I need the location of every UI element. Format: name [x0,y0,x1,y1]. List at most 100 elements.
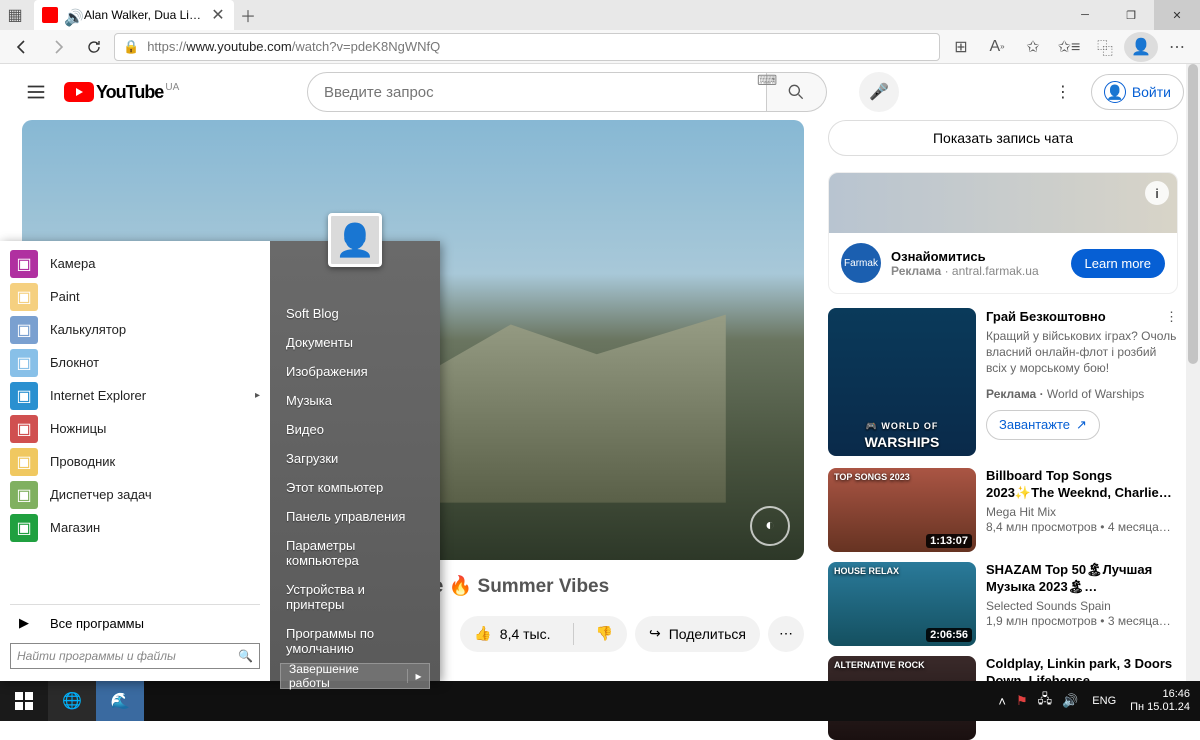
app-label: Диспетчер задач [50,487,152,502]
start-link-изображения[interactable]: Изображения [270,357,440,386]
youtube-play-icon [64,82,94,102]
tray-date: Пн 15.01.24 [1130,701,1190,714]
start-app-диспетчер-задач[interactable]: ▣ Диспетчер задач [0,478,270,511]
lock-icon: 🔒 [123,39,139,55]
new-tab-button[interactable]: ＋ [234,3,262,27]
collections-button[interactable]: ⿻ [1088,32,1122,62]
start-app-paint[interactable]: ▣Paint [0,280,270,313]
url-scheme: https:// [147,39,186,54]
taskbar-ie-button[interactable]: 🌐 [48,681,96,721]
tray-clock[interactable]: 16:46 Пн 15.01.24 [1130,688,1194,713]
sponsored-video[interactable]: 🎮 WORLD OF WARSHIPS ⋮ Грай Безкоштовно К… [828,308,1178,456]
start-link-видео[interactable]: Видео [270,415,440,444]
tab-close-button[interactable]: ✕ [210,5,226,25]
browser-tab[interactable]: 🔊 Alan Walker, Dua Lipa, Cold… ✕ [34,0,234,30]
rec-stats: 1,9 млн просмотров • 3 месяца… [986,614,1178,630]
extensions-button[interactable]: ⊞ [944,32,978,62]
share-button[interactable]: ↪Поделиться [635,616,760,652]
read-aloud-button[interactable]: A» [980,32,1014,62]
address-bar[interactable]: 🔒 https://www.youtube.com/watch?v=pdeK8N… [114,33,940,61]
shutdown-options-arrow[interactable]: ▸ [407,669,429,683]
window-close-button[interactable]: ✕ [1154,0,1200,30]
tray-network-icon[interactable]: 🖧 [1038,690,1053,712]
start-app-камера[interactable]: ▣Камера [0,247,270,280]
tray-language[interactable]: ENG [1088,695,1120,707]
signin-label: Войти [1132,84,1171,100]
youtube-logo[interactable]: YouTube UA [64,82,163,103]
settings-menu-button[interactable]: ⋮ [1043,72,1083,112]
window-minimize-button[interactable]: ─ [1062,0,1108,30]
app-icon: ▣ [10,283,38,311]
rec-duration: 1:13:07 [926,534,972,548]
start-app-калькулятор[interactable]: ▣Калькулятор [0,313,270,346]
show-chat-replay-button[interactable]: Показать запись чата [828,120,1178,156]
voice-search-button[interactable]: 🎤 [859,72,899,112]
ambient-mode-button[interactable]: ◐ [750,506,790,546]
scrollbar-thumb[interactable] [1188,64,1198,364]
start-link-панель-управления[interactable]: Панель управления [270,502,440,531]
start-button[interactable] [0,681,48,721]
app-icon: ▣ [10,481,38,509]
tray-volume-icon[interactable]: 🔊 [1062,693,1078,709]
refresh-button[interactable] [78,32,110,62]
start-link-soft-blog[interactable]: Soft Blog [270,299,440,328]
taskbar-edge-button[interactable]: 🌊 [96,681,144,721]
ad-headline: Ознайомитись [891,249,1061,264]
start-app-магазин[interactable]: ▣Магазин [0,511,270,544]
favorites-star-button[interactable]: ✩ [1016,32,1050,62]
shutdown-button[interactable]: Завершение работы ▸ [280,663,430,689]
share-icon: ↪ [649,625,661,642]
tray-time: 16:46 [1130,688,1190,701]
browser-toolbar: 🔒 https://www.youtube.com/watch?v=pdeK8N… [0,30,1200,64]
start-link-программы-по-умолчанию[interactable]: Программы по умолчанию [270,619,440,663]
start-app-internet-explorer[interactable]: ▣Internet Explorer [0,379,270,412]
tray-chevron-icon[interactable]: ˄ [998,694,1006,709]
start-app-ножницы[interactable]: ▣Ножницы [0,412,270,445]
more-actions-button[interactable]: ⋯ [768,616,804,652]
start-link-этот-компьютер[interactable]: Этот компьютер [270,473,440,502]
hamburger-menu-button[interactable] [16,72,56,112]
ad-info-icon[interactable]: i [1145,181,1169,205]
url-host: www.youtube.com [186,39,292,54]
sponsored-download-button[interactable]: Завантажте↗ [986,410,1100,440]
tab-title: Alan Walker, Dua Lipa, Cold… [84,8,206,22]
app-icon: ▣ [10,415,38,443]
tray-security-icon[interactable]: ⚑ [1016,693,1028,709]
display-ad[interactable]: i Farmak Ознайомитись Реклама · antral.f… [828,172,1178,294]
start-app-блокнот[interactable]: ▣Блокнот [0,346,270,379]
start-link-документы[interactable]: Документы [270,328,440,357]
page-scrollbar[interactable] [1186,64,1200,681]
youtube-logo-text: YouTube [96,82,163,103]
recommendation-item[interactable]: HOUSE RELAX2:06:56SHAZAM Top 50🏝Лучшая М… [828,562,1178,646]
keyboard-icon[interactable]: ⌨ [757,72,777,112]
window-restore-button[interactable]: ❐ [1108,0,1154,30]
sponsored-more-button[interactable]: ⋮ [1165,308,1178,326]
start-menu-places: 👤 Soft BlogДокументыИзображенияМузыкаВид… [270,241,440,681]
ad-banner-image: i [829,173,1177,233]
user-avatar[interactable]: 👤 [328,213,382,267]
audio-icon[interactable]: 🔊 [64,8,78,22]
all-programs-label: Все программы [50,616,144,631]
ad-cta-button[interactable]: Learn more [1071,249,1165,278]
dislike-button[interactable]: 👎 [582,616,627,652]
start-search-input[interactable]: Найти программы и файлы 🔍 [10,643,260,669]
recommendation-item[interactable]: TOP SONGS 20231:13:07Billboard Top Songs… [828,468,1178,552]
profile-button[interactable]: 👤 [1124,32,1158,62]
tab-actions-button[interactable]: ▦ [0,0,30,30]
signin-button[interactable]: 👤 Войти [1091,74,1184,110]
start-app-проводник[interactable]: ▣Проводник [0,445,270,478]
search-input[interactable] [307,72,767,112]
start-link-устройства-и-принтеры[interactable]: Устройства и принтеры [270,575,440,619]
rec-title: SHAZAM Top 50🏝Лучшая Музыка 2023🏝Зарубеж… [986,562,1178,596]
youtube-header: YouTube UA ⌨ 🎤 ⋮ 👤 Войти [0,64,1200,120]
all-programs-button[interactable]: ▶ Все программы [0,609,270,637]
favorites-button[interactable]: ✩≡ [1052,32,1086,62]
start-link-загрузки[interactable]: Загрузки [270,444,440,473]
app-icon: ▣ [10,316,38,344]
start-link-параметры-компьютера[interactable]: Параметры компьютера [270,531,440,575]
browser-menu-button[interactable]: ⋯ [1160,32,1194,62]
start-menu-apps: ▣Камера▣Paint▣Калькулятор▣Блокнот▣Intern… [0,241,270,681]
like-button[interactable]: 👍8,4 тыс. [460,616,564,652]
back-button[interactable] [6,32,38,62]
start-link-музыка[interactable]: Музыка [270,386,440,415]
